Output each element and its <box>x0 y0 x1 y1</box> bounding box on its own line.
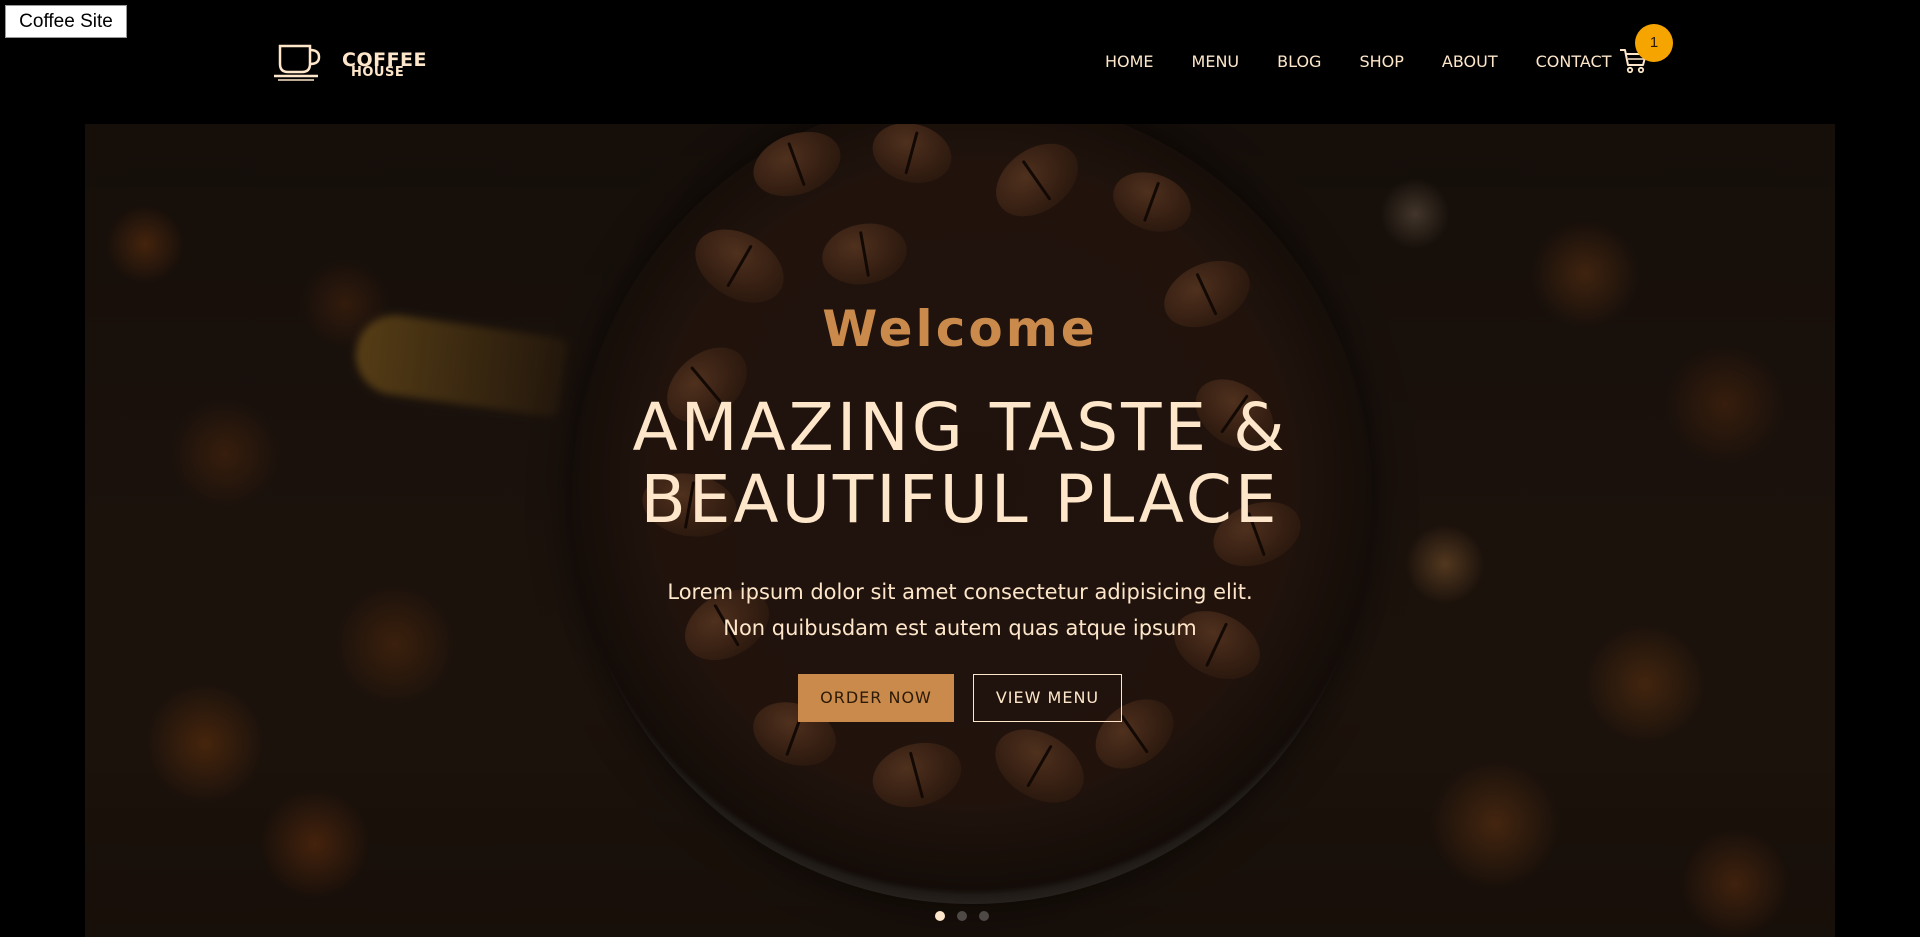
page: Coffee Site COFFEE HOUSE HOME MENU BLOG … <box>0 0 1920 937</box>
cart-count-badge: 1 <box>1635 24 1673 62</box>
nav-item-blog[interactable]: BLOG <box>1277 52 1321 71</box>
hero-headline-line1: AMAZING TASTE & <box>632 389 1288 466</box>
nav-item-menu[interactable]: MENU <box>1192 52 1240 71</box>
site-logo[interactable]: COFFEE HOUSE <box>272 42 432 84</box>
hero-headline-line2: BEAUTIFUL PLACE <box>640 461 1280 538</box>
slider-dots <box>935 911 989 921</box>
logo-text-house: HOUSE <box>351 65 405 80</box>
order-now-button[interactable]: ORDER NOW <box>798 674 954 722</box>
coffee-cup-icon <box>274 44 321 81</box>
view-menu-button[interactable]: VIEW MENU <box>973 674 1122 722</box>
main-nav: HOME MENU BLOG SHOP ABOUT CONTACT <box>1105 52 1649 71</box>
slider-dot-2[interactable] <box>957 911 967 921</box>
hero-content: Welcome AMAZING TASTE & BEAUTIFUL PLACE … <box>85 124 1835 937</box>
hero-description: Lorem ipsum dolor sit amet consectetur a… <box>667 580 1253 640</box>
slider-dot-3[interactable] <box>979 911 989 921</box>
nav-item-about[interactable]: ABOUT <box>1442 52 1498 71</box>
nav-item-contact[interactable]: CONTACT <box>1536 52 1612 71</box>
slider-dot-1[interactable] <box>935 911 945 921</box>
hero-welcome: Welcome <box>822 300 1098 358</box>
hero-headline: AMAZING TASTE & BEAUTIFUL PLACE <box>85 392 1835 536</box>
nav-item-shop[interactable]: SHOP <box>1359 52 1403 71</box>
window-title: Coffee Site <box>5 5 127 38</box>
hero-banner: Welcome AMAZING TASTE & BEAUTIFUL PLACE … <box>85 124 1835 937</box>
nav-item-home[interactable]: HOME <box>1105 52 1154 71</box>
